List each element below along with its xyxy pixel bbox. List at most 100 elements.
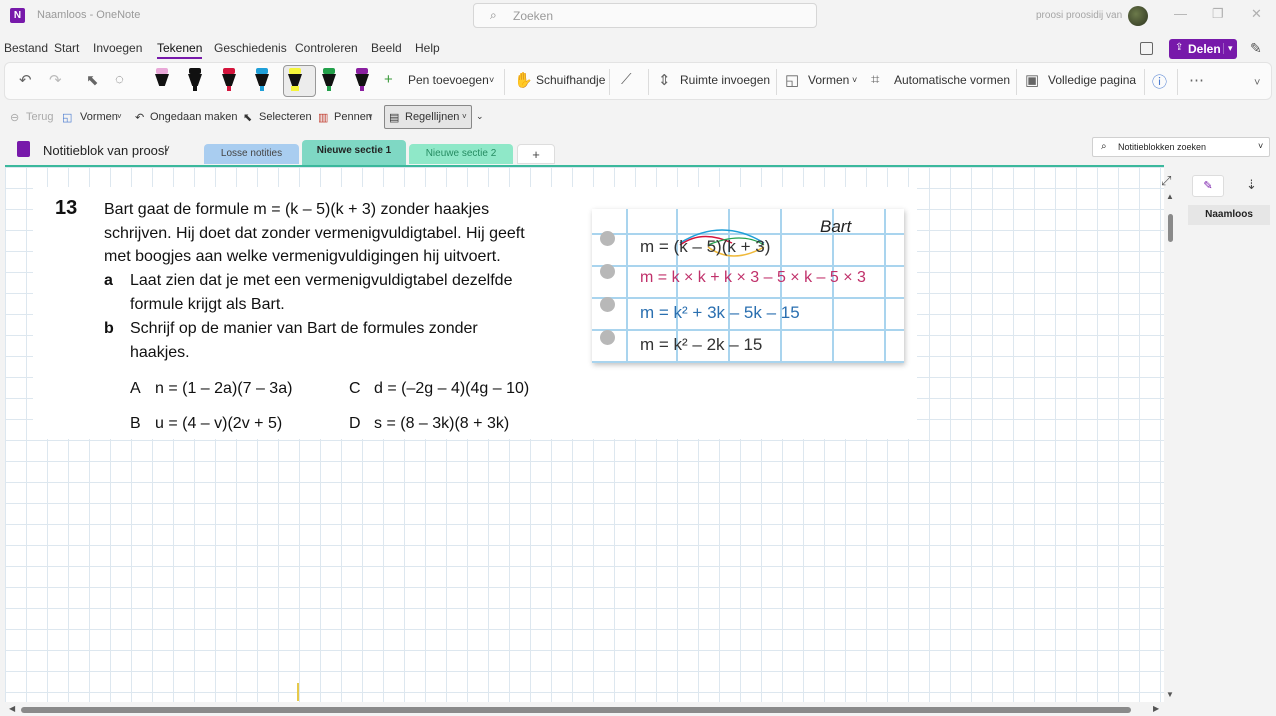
user-name[interactable]: proosi proosidij van <box>1036 10 1122 21</box>
scroll-left-icon[interactable]: ◀ <box>9 704 15 713</box>
part-b-line-2: haakjes. <box>130 344 190 361</box>
title-bar: N Naamloos - OneNote ⌕ Zoeken proosi pro… <box>0 0 1276 32</box>
insert-space-button[interactable]: Ruimte invoegen <box>680 73 770 87</box>
collapse-ribbon-icon[interactable]: ˅ <box>1254 77 1260 89</box>
avatar[interactable] <box>1128 6 1148 26</box>
select-button[interactable]: Selecteren <box>259 111 312 123</box>
share-icon: ⇪ <box>1175 42 1184 53</box>
page-item[interactable]: Naamloos <box>1188 205 1270 225</box>
insert-space-icon: ⇕ <box>658 72 671 89</box>
menu-help[interactable]: Help <box>415 41 440 55</box>
maximize-icon[interactable]: ❐ <box>1212 6 1224 22</box>
share-button[interactable]: ⇪ Delen ▾ <box>1169 39 1237 59</box>
highlighter-yellow[interactable] <box>287 66 303 94</box>
chevron-down-icon: ˅ <box>462 112 467 121</box>
punch-hole-icon <box>600 297 615 312</box>
draw-ribbon: ↶ ↷ ⬉ ◌ + Pen toevoegen ˅ ✋ Schuifhandje… <box>4 62 1272 100</box>
chevron-down-icon[interactable]: ˅ <box>164 144 170 155</box>
shapes-button[interactable]: Vormen <box>80 111 118 123</box>
notebook-name[interactable]: Notitieblok van proosi <box>43 143 167 158</box>
page-canvas[interactable]: 13 Bart gaat de formule m = (k – 5)(k + … <box>5 165 1171 702</box>
add-section-button[interactable]: + <box>517 144 555 164</box>
chevron-down-icon[interactable]: ˅ <box>368 112 373 121</box>
chevron-down-icon: ˅ <box>1258 141 1264 151</box>
add-page-icon[interactable]: ✎ <box>1192 175 1224 197</box>
rule-lines-icon: ▤ <box>389 112 400 124</box>
minimize-icon[interactable]: — <box>1174 6 1187 21</box>
horizontal-scrollbar[interactable]: ◀ ▶ <box>5 704 1165 716</box>
shapes-icon: ◱ <box>62 112 73 124</box>
menu-geschiedenis[interactable]: Geschiedenis <box>214 41 287 55</box>
lasso-icon[interactable]: ◌ <box>115 71 124 88</box>
menu-beeld[interactable]: Beeld <box>371 41 402 55</box>
rule-lines-button[interactable]: ▤ Regellijnen ˅ <box>384 105 472 129</box>
pens-icon: ▥ <box>318 112 329 124</box>
search-icon: ⌕ <box>490 8 497 22</box>
bart-line-3: m = k² + 3k – 5k – 15 <box>640 303 800 322</box>
select-pointer-icon[interactable]: ⬉ <box>86 71 99 89</box>
chevron-down-icon[interactable]: ˅ <box>489 75 494 85</box>
pen-black[interactable] <box>187 66 203 94</box>
auto-shapes-icon: ⌗ <box>871 71 880 88</box>
menu-start[interactable]: Start <box>54 41 79 55</box>
pens-button[interactable]: Pennen <box>334 111 372 123</box>
pen-sign-icon[interactable]: ✎ <box>1250 40 1262 57</box>
option-b-letter: B <box>130 415 141 432</box>
quick-toolbar: ⊖ Terug ◱ Vormen ˅ ↶ Ongedaan maken ⬉ Se… <box>4 103 1272 129</box>
pan-hand-button[interactable]: Schuifhandje <box>536 73 605 87</box>
tab-nieuwe-sectie-2[interactable]: Nieuwe sectie 2 <box>409 144 513 164</box>
pen-pink[interactable] <box>154 66 170 94</box>
chevron-down-icon[interactable]: ˅ <box>117 112 122 121</box>
expand-icon[interactable]: ⤢ <box>1161 173 1171 189</box>
part-a-line-2: formule krijgt als Bart. <box>130 296 285 313</box>
pen-blue[interactable] <box>254 66 270 94</box>
scroll-down-icon[interactable]: ▼ <box>1166 690 1174 699</box>
auto-shapes-button[interactable]: Automatische vormen <box>894 73 1010 87</box>
window-title: Naamloos - OneNote <box>37 9 141 21</box>
redo-icon[interactable]: ↷ <box>49 71 62 89</box>
punch-hole-icon <box>600 264 615 279</box>
customize-toolbar-icon[interactable]: ⌄ <box>476 111 484 122</box>
option-d-letter: D <box>349 415 361 432</box>
back-button[interactable]: Terug <box>26 111 54 123</box>
notebooks-search-input[interactable]: ⌕ Notitieblokken zoeken ˅ <box>1092 137 1270 157</box>
punch-hole-icon <box>600 231 615 246</box>
add-pen-icon: + <box>384 71 393 88</box>
scroll-up-icon[interactable]: ▲ <box>1166 192 1174 201</box>
notebook-pane-icon[interactable] <box>1140 42 1153 55</box>
full-page-button[interactable]: Volledige pagina <box>1048 73 1136 87</box>
bart-line-2: m = k × k + k × 3 – 5 × k – 5 × 3 <box>640 269 866 286</box>
exercise-intro-line-1: Bart gaat de formule m = (k – 5)(k + 3) … <box>104 201 490 218</box>
full-page-icon: ▣ <box>1025 72 1040 89</box>
tab-losse-notities[interactable]: Losse notities <box>204 144 299 164</box>
back-icon[interactable]: ⊖ <box>10 111 19 124</box>
menu-bestand[interactable]: Bestand <box>4 41 48 55</box>
search-input[interactable]: ⌕ Zoeken <box>473 3 817 28</box>
pen-green[interactable] <box>321 66 337 94</box>
add-pen-button[interactable]: Pen toevoegen <box>408 73 489 87</box>
undo-icon[interactable]: ↶ <box>19 71 32 89</box>
menu-controleren[interactable]: Controleren <box>295 41 358 55</box>
pen-purple[interactable] <box>354 66 370 94</box>
vertical-scrollbar[interactable]: ▲ ▼ <box>1164 190 1178 702</box>
undo-button[interactable]: Ongedaan maken <box>150 111 237 123</box>
exercise-intro-line-2: schrijven. Hij doet dat zonder vermenigv… <box>104 225 525 242</box>
help-icon[interactable]: ⓘ <box>1152 71 1167 92</box>
close-icon[interactable]: ✕ <box>1251 6 1262 22</box>
more-options-icon[interactable]: ⋯ <box>1189 71 1204 89</box>
menu-invoegen[interactable]: Invoegen <box>93 41 142 55</box>
sort-icon[interactable]: ⇣ <box>1246 177 1257 193</box>
chevron-down-icon[interactable]: ˅ <box>852 75 857 85</box>
chevron-down-icon[interactable]: ▾ <box>1223 43 1233 54</box>
shapes-button[interactable]: Vormen <box>808 73 849 87</box>
pen-red[interactable] <box>221 66 237 94</box>
bart-label: Bart <box>820 217 852 236</box>
scroll-thumb[interactable] <box>21 707 1131 713</box>
bart-notebook-image: Bart m = (k – 5)(k + 3) m = k × k + k × … <box>592 209 904 363</box>
scroll-right-icon[interactable]: ▶ <box>1153 704 1159 713</box>
notebook-icon <box>17 141 30 157</box>
scroll-thumb[interactable] <box>1168 214 1173 242</box>
tab-nieuwe-sectie-1[interactable]: Nieuwe sectie 1 <box>302 140 406 166</box>
menu-tekenen[interactable]: Tekenen <box>157 41 203 59</box>
ruler-icon[interactable]: ⟋ <box>621 71 632 88</box>
